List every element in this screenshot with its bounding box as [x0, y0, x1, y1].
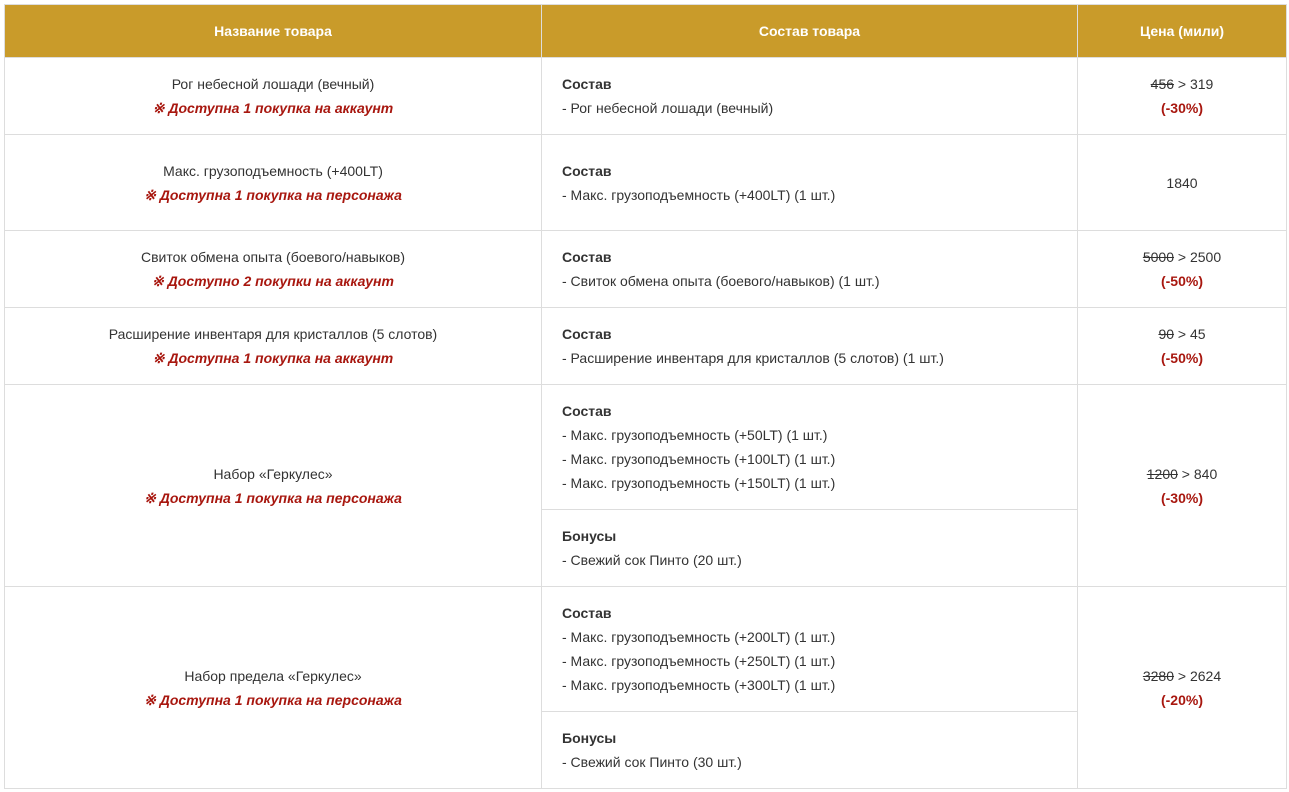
product-name: Набор «Геркулес»: [213, 465, 333, 482]
product-name-cell: Набор предела «Геркулес» ※ Доступна 1 по…: [4, 586, 542, 789]
composition-cell: Состав - Макс. грузоподъемность (+50LT) …: [541, 384, 1078, 510]
composition-cell: Состав - Макс. грузоподъемность (+400LT)…: [541, 134, 1078, 231]
old-price: 90: [1158, 326, 1175, 342]
composition-item: - Свиток обмена опыта (боевого/навыков) …: [562, 273, 880, 289]
price-cell: 3280 > 2624 (-20%): [1077, 586, 1287, 789]
composition-item: - Макс. грузоподъемность (+150LT) (1 шт.…: [562, 475, 836, 491]
limit-mark: ※: [144, 691, 156, 708]
bonus-item: - Свежий сок Пинто (20 шт.): [562, 552, 742, 568]
bonus-cell: Бонусы - Свежий сок Пинто (30 шт.): [541, 711, 1078, 789]
limit-mark: ※: [152, 273, 164, 289]
header-price: Цена (мили): [1077, 4, 1287, 58]
composition-title: Состав: [562, 76, 612, 92]
product-table: Название товара Состав товара Цена (мили…: [4, 4, 1287, 789]
table-row: Макс. грузоподъемность (+400LT) ※ Доступ…: [4, 134, 1287, 231]
discount-label: (-30%): [1160, 489, 1203, 506]
composition-item: - Макс. грузоподъемность (+300LT) (1 шт.…: [562, 677, 836, 693]
purchase-limit: ※ Доступна 1 покупка на аккаунт: [152, 350, 394, 366]
new-price: 840: [1193, 465, 1218, 482]
price-separator: >: [1177, 249, 1187, 265]
price-separator: >: [1181, 465, 1190, 482]
price-cell: 90 > 45 (-50%): [1077, 307, 1287, 385]
bonus-item: - Свежий сок Пинто (30 шт.): [562, 754, 742, 770]
price-line: 1200 > 840: [1078, 462, 1286, 486]
purchase-limit: ※ Доступна 1 покупка на персонажа: [144, 691, 402, 708]
composition-title: Состав: [562, 403, 612, 419]
composition-item: - Макс. грузоподъемность (+50LT) (1 шт.): [562, 427, 828, 443]
table-header-row: Название товара Состав товара Цена (мили…: [4, 4, 1287, 58]
composition-cell: Состав - Свиток обмена опыта (боевого/на…: [541, 230, 1078, 308]
old-price: 3280: [1142, 667, 1175, 684]
table-row: Расширение инвентаря для кристаллов (5 с…: [4, 307, 1287, 385]
table-row: Набор предела «Геркулес» ※ Доступна 1 по…: [4, 586, 1287, 789]
price-separator: >: [1177, 667, 1187, 684]
price-value: 1840: [1166, 174, 1198, 191]
product-name-cell: Расширение инвентаря для кристаллов (5 с…: [4, 307, 542, 385]
header-name: Название товара: [4, 4, 542, 58]
price-separator: >: [1177, 326, 1187, 342]
product-name: Набор предела «Геркулес»: [184, 667, 362, 684]
limit-mark: ※: [144, 186, 156, 203]
purchase-limit: ※ Доступна 1 покупка на аккаунт: [152, 100, 394, 116]
product-name: Свиток обмена опыта (боевого/навыков): [140, 249, 406, 265]
limit-mark: ※: [152, 350, 165, 366]
price-line: 3280 > 2624: [1078, 664, 1286, 688]
discount-label: (-50%): [1160, 350, 1203, 366]
bonus-cell: Бонусы - Свежий сок Пинто (20 шт.): [541, 509, 1078, 587]
composition-item: - Макс. грузоподъемность (+250LT) (1 шт.…: [562, 653, 836, 669]
composition-item: - Расширение инвентаря для кристаллов (5…: [562, 350, 944, 366]
composition-title: Состав: [562, 249, 612, 265]
new-price: 45: [1189, 326, 1206, 342]
product-name-cell: Набор «Геркулес» ※ Доступна 1 покупка на…: [4, 384, 542, 587]
old-price: 456: [1150, 76, 1175, 92]
price-line: 456 > 319: [1078, 72, 1286, 96]
product-name-cell: Свиток обмена опыта (боевого/навыков) ※ …: [4, 230, 542, 308]
composition-title: Состав: [562, 326, 612, 342]
composition-title: Состав: [562, 162, 612, 179]
composition-item: - Макс. грузоподъемность (+100LT) (1 шт.…: [562, 451, 836, 467]
product-name: Рог небесной лошади (вечный): [171, 76, 375, 92]
composition-item: - Макс. грузоподъемность (+200LT) (1 шт.…: [562, 629, 836, 645]
bonus-title: Бонусы: [562, 528, 617, 544]
old-price: 5000: [1142, 249, 1175, 265]
new-price: 319: [1189, 76, 1214, 92]
price-line: 90 > 45: [1078, 322, 1286, 346]
purchase-limit: ※ Доступно 2 покупки на аккаунт: [152, 273, 394, 289]
product-name-cell: Рог небесной лошади (вечный) ※ Доступна …: [4, 57, 542, 135]
price-cell: 1840: [1077, 134, 1287, 231]
limit-mark: ※: [152, 100, 165, 116]
purchase-limit: ※ Доступна 1 покупка на персонажа: [144, 186, 402, 203]
discount-label: (-30%): [1160, 100, 1203, 116]
composition-title: Состав: [562, 605, 612, 621]
composition-cell: Состав - Рог небесной лошади (вечный): [541, 57, 1078, 135]
bonus-title: Бонусы: [562, 730, 617, 746]
product-name: Расширение инвентаря для кристаллов (5 с…: [108, 326, 438, 342]
purchase-limit: ※ Доступна 1 покупка на персонажа: [144, 489, 402, 506]
price-cell: 456 > 319 (-30%): [1077, 57, 1287, 135]
discount-label: (-50%): [1160, 273, 1203, 289]
composition-cell: Состав - Расширение инвентаря для криста…: [541, 307, 1078, 385]
old-price: 1200: [1146, 465, 1178, 482]
composition-cell: Состав - Макс. грузоподъемность (+200LT)…: [541, 586, 1078, 712]
discount-label: (-20%): [1160, 691, 1203, 708]
table-row: Свиток обмена опыта (боевого/навыков) ※ …: [4, 230, 1287, 308]
price-cell: 5000 > 2500 (-50%): [1077, 230, 1287, 308]
table-row: Рог небесной лошади (вечный) ※ Доступна …: [4, 57, 1287, 135]
limit-mark: ※: [144, 489, 156, 506]
composition-item: - Рог небесной лошади (вечный): [562, 100, 774, 116]
new-price: 2624: [1189, 667, 1222, 684]
new-price: 2500: [1189, 249, 1222, 265]
product-name-cell: Макс. грузоподъемность (+400LT) ※ Доступ…: [4, 134, 542, 231]
price-separator: >: [1177, 76, 1187, 92]
product-name: Макс. грузоподъемность (+400LT): [163, 162, 383, 179]
table-row: Набор «Геркулес» ※ Доступна 1 покупка на…: [4, 384, 1287, 587]
header-composition: Состав товара: [541, 4, 1078, 58]
composition-item: - Макс. грузоподъемность (+400LT) (1 шт.…: [562, 186, 836, 203]
price-cell: 1200 > 840 (-30%): [1077, 384, 1287, 587]
price-line: 5000 > 2500: [1078, 245, 1286, 269]
